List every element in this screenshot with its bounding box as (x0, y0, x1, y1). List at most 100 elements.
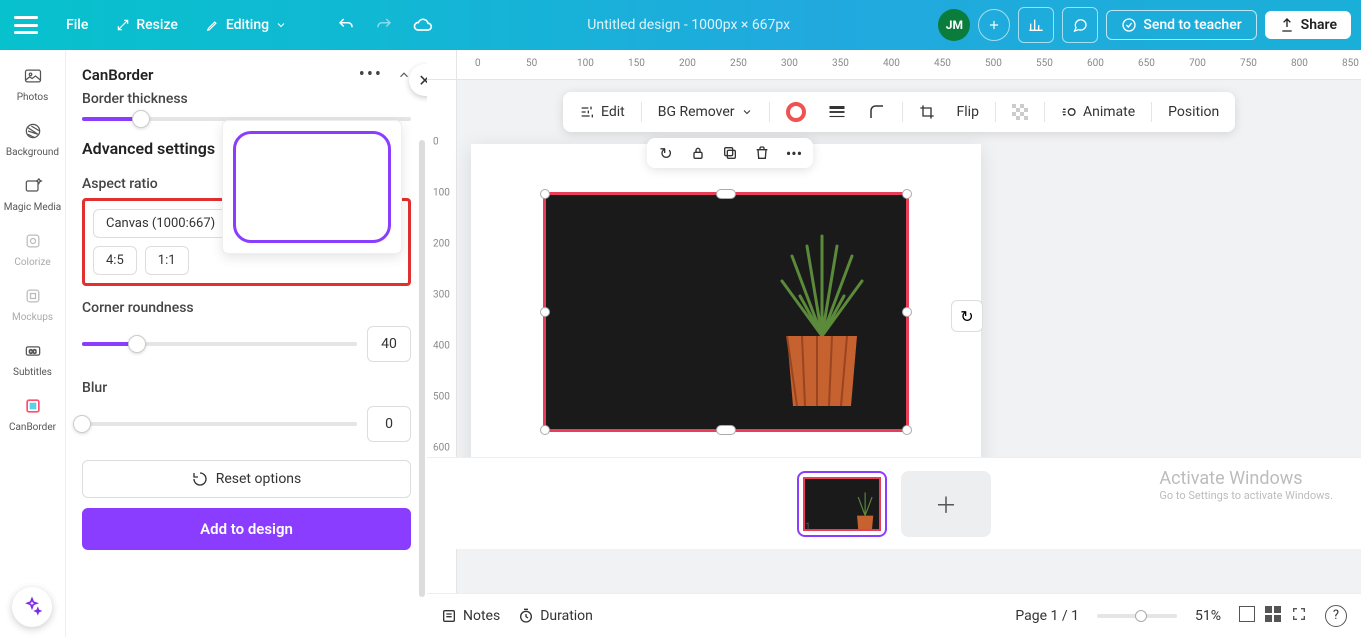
bar-chart-icon (1028, 17, 1044, 33)
clock-icon (518, 608, 534, 624)
ratio-canvas[interactable]: Canvas (1000:667) (93, 209, 228, 238)
menu-icon[interactable] (14, 16, 38, 34)
resize-handle[interactable] (540, 425, 550, 435)
insights-button[interactable] (1018, 7, 1054, 43)
animate-button[interactable]: Animate (1055, 100, 1141, 124)
border-color-button[interactable] (780, 98, 812, 126)
notes-button[interactable]: Notes (441, 608, 500, 624)
add-to-design-button[interactable]: Add to design (82, 508, 411, 550)
avatar[interactable]: JM (938, 9, 970, 41)
file-menu[interactable]: File (56, 11, 98, 39)
bg-remover-button[interactable]: BG Remover (652, 100, 759, 124)
redo-button[interactable] (369, 10, 399, 40)
share-button[interactable]: Share (1265, 11, 1351, 39)
corner-style-button[interactable] (862, 99, 892, 125)
rail-magic-media[interactable]: Magic Media (0, 168, 65, 219)
corner-slider[interactable] (82, 342, 357, 346)
comment-button[interactable] (1062, 7, 1098, 43)
crop-icon (919, 104, 935, 120)
ratio-1-1[interactable]: 1:1 (145, 246, 189, 275)
flip-button[interactable]: Flip (951, 100, 985, 124)
crop-button[interactable] (913, 100, 941, 124)
rail-background[interactable]: Background (0, 113, 65, 164)
reset-button[interactable]: Reset options (82, 460, 411, 498)
rail-subtitles[interactable]: CCSubtitles (0, 333, 65, 384)
rail-canborder[interactable]: CanBorder (0, 388, 65, 439)
resize-label: Resize (136, 17, 178, 33)
resize-icon (116, 18, 130, 32)
svg-text:CC: CC (28, 350, 36, 356)
duplicate-button[interactable] (719, 142, 741, 164)
expand-icon (1291, 606, 1307, 622)
mini-more-button[interactable]: ••• (783, 142, 805, 164)
chevron-down-icon (275, 19, 287, 31)
zoom-slider[interactable] (1097, 614, 1177, 618)
blur-value[interactable]: 0 (367, 406, 411, 442)
duration-label: Duration (540, 608, 593, 624)
page-indicator[interactable]: Page 1 / 1 (1015, 608, 1079, 624)
magic-button[interactable] (12, 587, 52, 627)
delete-button[interactable] (751, 142, 773, 164)
rail-photos[interactable]: Photos (0, 58, 65, 109)
image-icon (21, 64, 45, 88)
resize-handle[interactable] (902, 307, 912, 317)
corner-value[interactable]: 40 (367, 326, 411, 362)
resize-handle[interactable] (540, 189, 550, 199)
transparency-button[interactable] (1006, 100, 1034, 124)
resize-handle[interactable] (716, 189, 736, 199)
upload-icon (1279, 17, 1295, 33)
cloud-sync-button[interactable] (407, 9, 439, 41)
resize-handle[interactable] (716, 425, 736, 435)
thickness-label: Border thickness (82, 91, 411, 107)
add-member-button[interactable] (978, 9, 1010, 41)
resize-handle[interactable] (902, 425, 912, 435)
motion-icon (1061, 104, 1077, 120)
lock-button[interactable] (687, 142, 709, 164)
ruler-corner (427, 50, 457, 80)
document-title[interactable]: Untitled design - 1000px × 667px (447, 17, 930, 33)
add-page-button[interactable]: ＋ (901, 471, 991, 537)
status-bar: Notes Duration Page 1 / 1 51% ? (427, 593, 1361, 637)
lock-icon (690, 145, 706, 161)
rail-mockups[interactable]: Mockups (0, 278, 65, 329)
editing-label: Editing (226, 17, 269, 33)
regenerate-button[interactable]: ↻ (655, 142, 677, 164)
resize-handle[interactable] (540, 307, 550, 317)
corner-slider-row: 40 (82, 326, 411, 362)
copy-icon (722, 145, 738, 161)
watermark-sub: Go to Settings to activate Windows. (1159, 489, 1333, 502)
redo-icon (375, 16, 393, 34)
blur-slider[interactable] (82, 422, 357, 426)
fullscreen-button[interactable] (1291, 606, 1307, 626)
view-single-icon[interactable] (1239, 606, 1255, 622)
chevron-down-icon (741, 106, 753, 118)
zoom-value[interactable]: 51% (1195, 608, 1221, 624)
page-thumbnail[interactable]: 1 (797, 471, 887, 537)
cc-icon: CC (21, 339, 45, 363)
help-button[interactable]: ? (1325, 605, 1347, 627)
colorize-icon (21, 229, 45, 253)
sparkle-image-icon (21, 174, 45, 198)
border-style-button[interactable] (822, 101, 852, 123)
thumb-preview (805, 479, 879, 529)
resize-menu[interactable]: Resize (106, 11, 188, 39)
duration-button[interactable]: Duration (518, 608, 593, 624)
view-grid-icon[interactable] (1265, 606, 1281, 622)
refresh-canvas-button[interactable]: ↻ (951, 300, 983, 332)
selected-element[interactable] (543, 192, 909, 432)
send-to-teacher-button[interactable]: Send to teacher (1106, 10, 1256, 40)
position-button[interactable]: Position (1162, 100, 1225, 124)
rail-colorize[interactable]: Colorize (0, 223, 65, 274)
edit-button[interactable]: Edit (573, 100, 631, 124)
ratio-4-5[interactable]: 4:5 (93, 246, 137, 275)
send-label: Send to teacher (1143, 17, 1241, 33)
corner-label: Corner roundness (82, 300, 411, 316)
adjust-icon (579, 104, 595, 120)
panel-scrollbar[interactable] (419, 140, 425, 597)
transparency-icon (1012, 104, 1028, 120)
undo-button[interactable] (331, 10, 361, 40)
close-panel-button[interactable]: ✕ (409, 64, 427, 96)
editing-dropdown[interactable]: Editing (196, 11, 297, 39)
panel-more-icon[interactable]: ••• (359, 64, 383, 85)
resize-handle[interactable] (902, 189, 912, 199)
